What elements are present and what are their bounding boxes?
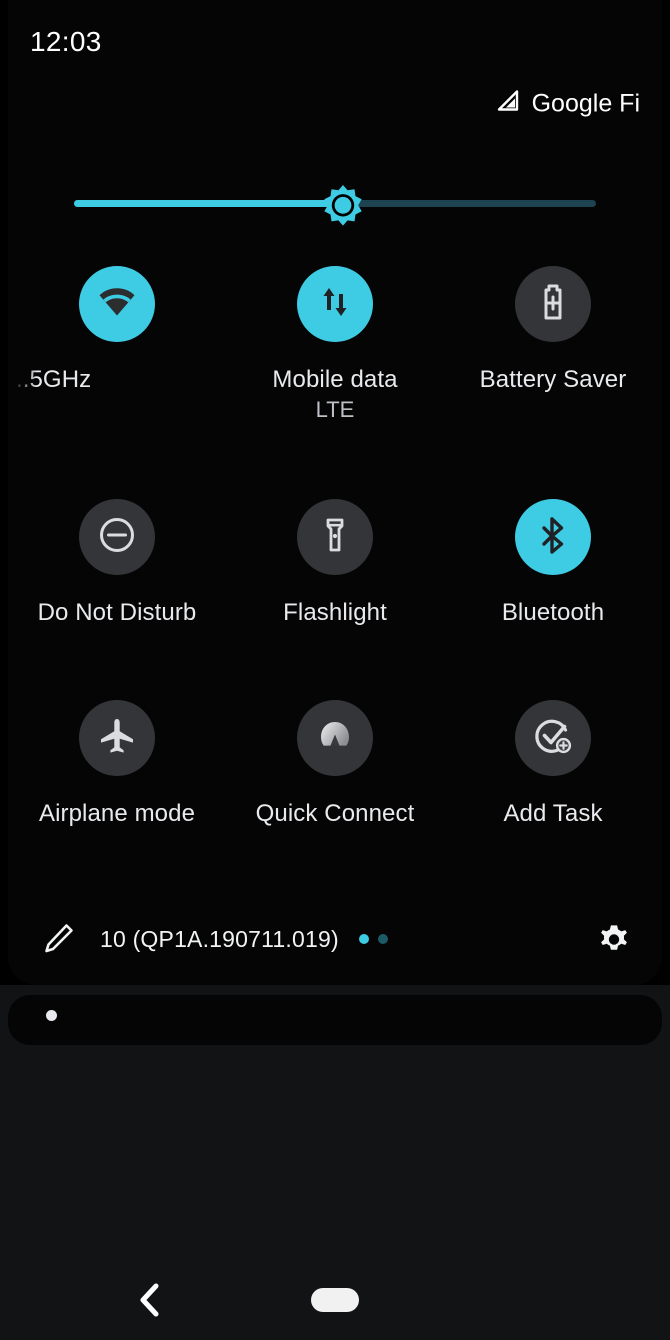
airplane-icon [97,716,137,761]
brightness-track-active [74,200,342,207]
brightness-slider[interactable] [68,185,602,226]
tile-quick-connect-circle[interactable] [297,700,373,776]
quick-settings-footer: 10 (QP1A.190711.019) [8,893,662,985]
notification-dot [46,1010,57,1021]
tile-battery-saver-label: Battery Saver [479,366,627,393]
tile-quick-connect[interactable]: Quick Connect [226,700,444,829]
tile-mobile-data-circle[interactable] [297,266,373,342]
tile-airplane-mode[interactable]: Airplane mode [8,700,226,829]
status-bar: 12:03 Google Fi [8,0,662,150]
pencil-icon[interactable] [38,919,78,959]
android-quick-settings-screen: Font size Default Display size Default S… [0,0,670,1340]
tile-mobile-data-label: Mobile data [272,366,398,393]
tile-bluetooth[interactable]: Bluetooth [444,499,662,628]
tile-flashlight[interactable]: Flashlight [226,499,444,628]
nordvpn-mountain-icon [313,714,357,763]
page-dot-1[interactable] [358,934,369,944]
tile-battery-saver[interactable]: Battery Saver [444,266,662,423]
minus-circle-icon [96,514,138,561]
quick-settings-tiles: Linksys2...5GHz Mobile [8,266,662,829]
tile-add-task-circle[interactable] [515,700,591,776]
marquee-fade-left [11,365,37,395]
tile-wifi-ssid-text: Linksys2...5GHz [11,366,92,393]
wifi-icon [95,280,139,329]
tile-bluetooth-circle[interactable] [515,499,591,575]
tile-wifi-label: Linksys2...5GHz [11,365,223,395]
tile-flashlight-label: Flashlight [283,599,387,626]
notification-shade-card[interactable] [8,995,662,1045]
tile-airplane-mode-label: Airplane mode [38,800,196,827]
status-bar-right: Google Fi [495,90,640,119]
bluetooth-icon [533,515,573,560]
tile-flashlight-circle[interactable] [297,499,373,575]
tile-bluetooth-label: Bluetooth [501,599,605,626]
tile-row-3: Airplane mode Quick Connect Add Task [8,700,662,829]
check-circle-plus-icon [531,714,575,763]
back-chevron-icon[interactable] [138,1283,160,1317]
tile-quick-connect-label: Quick Connect [255,800,415,827]
tile-add-task-label: Add Task [503,800,603,827]
battery-plus-icon [533,282,573,327]
tile-wifi-circle[interactable] [79,266,155,342]
tile-do-not-disturb-label: Do Not Disturb [37,599,197,626]
tile-mobile-data-sublabel: LTE [315,397,355,422]
page-indicator-dots [358,934,388,944]
build-number-text: 10 (QP1A.190711.019) [100,925,339,952]
gear-icon[interactable] [592,917,636,961]
brightness-sun-icon[interactable] [321,182,365,226]
flashlight-icon [316,516,354,559]
home-gesture-pill[interactable] [311,1288,359,1312]
tile-battery-saver-circle[interactable] [515,266,591,342]
tile-add-task[interactable]: Add Task [444,700,662,829]
tile-wifi[interactable]: Linksys2...5GHz [8,266,226,423]
mobile-data-icon [315,282,355,327]
tile-row-1: Linksys2...5GHz Mobile [8,266,662,423]
tile-do-not-disturb-circle[interactable] [79,499,155,575]
tile-mobile-data[interactable]: Mobile data LTE [226,266,444,423]
status-bar-clock: 12:03 [30,26,102,57]
tile-row-2: Do Not Disturb Flashlight Bluetooth [8,499,662,628]
carrier-label: Google Fi [531,89,640,118]
marquee-fade-right [197,365,223,395]
page-dot-2[interactable] [377,934,388,944]
quick-settings-panel: 12:03 Google Fi 5GHz Mobile data LTE Bat… [8,0,662,985]
tile-do-not-disturb[interactable]: Do Not Disturb [8,499,226,628]
tile-airplane-mode-circle[interactable] [79,700,155,776]
signal-triangle-icon [495,90,521,119]
